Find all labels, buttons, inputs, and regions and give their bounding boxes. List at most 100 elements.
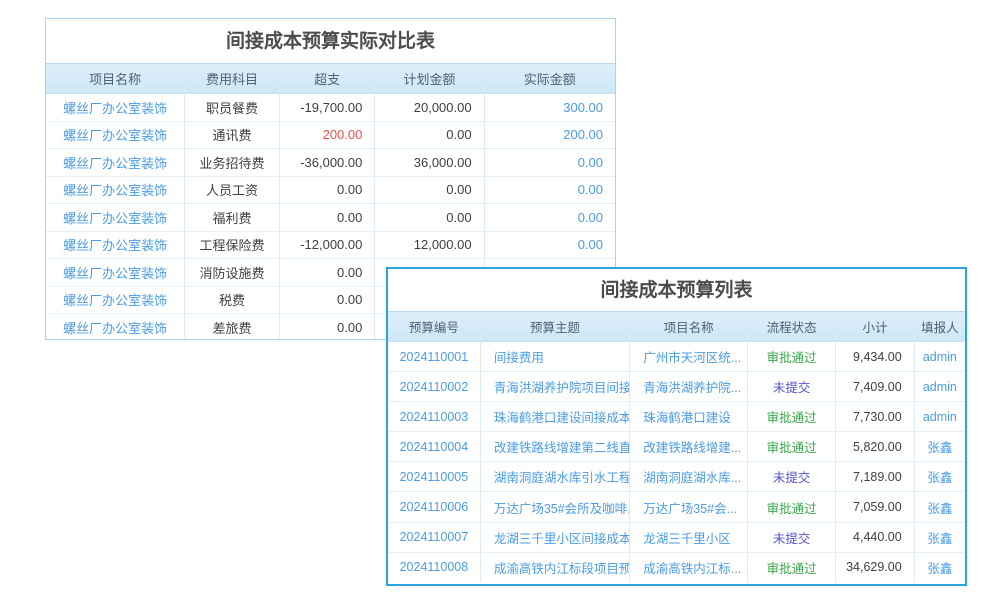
budget-no-link[interactable]: 2024110004 xyxy=(400,440,469,454)
budget-subject-link[interactable]: 珠海鹤港口建设间接成本... xyxy=(494,411,630,425)
subtotal-amount: 7,189.00 xyxy=(836,462,914,492)
budget-no-link[interactable]: 2024110001 xyxy=(400,350,469,364)
col-header-expense-category: 费用科目 xyxy=(185,64,279,94)
overspend-amount: 0.00 xyxy=(337,182,362,197)
project-name-link[interactable]: 螺丝厂办公室装饰 xyxy=(63,266,167,281)
overspend-amount: 0.00 xyxy=(337,320,362,335)
project-name-link[interactable]: 广州市天河区统... xyxy=(643,351,741,365)
planned-amount: 20,000.00 xyxy=(375,94,484,122)
subtotal-amount: 34,629.00 xyxy=(836,552,914,582)
budget-no-link[interactable]: 2024110007 xyxy=(400,530,469,544)
expense-category: 差旅费 xyxy=(185,314,279,342)
overspend-amount: 0.00 xyxy=(337,292,362,307)
project-name-link[interactable]: 螺丝厂办公室装饰 xyxy=(63,238,167,253)
project-name-link[interactable]: 螺丝厂办公室装饰 xyxy=(63,101,167,116)
col-header-subtotal: 小计 xyxy=(836,312,914,342)
overspend-amount: 0.00 xyxy=(337,265,362,280)
status-badge[interactable]: 审批通过 xyxy=(767,502,817,516)
budget-subject-link[interactable]: 改建铁路线增建第二线直... xyxy=(494,441,630,455)
planned-amount: 0.00 xyxy=(375,176,484,204)
overspend-amount: 200.00 xyxy=(323,127,363,142)
project-name-link[interactable]: 珠海鹤港口建设 xyxy=(643,411,731,425)
table-row: 螺丝厂办公室装饰 工程保险费 -12,000.00 12,000.00 0.00 xyxy=(46,231,615,259)
project-name-link[interactable]: 螺丝厂办公室装饰 xyxy=(63,211,167,226)
status-badge[interactable]: 审批通过 xyxy=(767,351,817,365)
budget-no-link[interactable]: 2024110006 xyxy=(400,500,469,514)
planned-amount: 12,000.00 xyxy=(375,231,484,259)
reporter-link[interactable]: 张鑫 xyxy=(927,502,952,516)
planned-amount: 0.00 xyxy=(375,121,484,149)
reporter-link[interactable]: 张鑫 xyxy=(927,441,952,455)
project-name-link[interactable]: 成渝高铁内江标... xyxy=(643,562,741,576)
status-badge[interactable]: 审批通过 xyxy=(767,562,817,576)
table-row: 2024110002 青海洪湖养护院项目间接... 青海洪湖养护院... 未提交… xyxy=(388,372,965,402)
col-header-budget-no: 预算编号 xyxy=(388,312,480,342)
table-row: 2024110008 成渝高铁内江标段项目预... 成渝高铁内江标... 审批通… xyxy=(388,552,965,582)
actual-amount: 300.00 xyxy=(563,100,603,115)
project-name-link[interactable]: 螺丝厂办公室装饰 xyxy=(63,183,167,198)
project-name-link[interactable]: 螺丝厂办公室装饰 xyxy=(63,293,167,308)
col-header-actual-amount: 实际金额 xyxy=(484,64,615,94)
budget-subject-link[interactable]: 龙湖三千里小区间接成本... xyxy=(494,532,630,546)
budget-subject-link[interactable]: 间接费用 xyxy=(494,351,544,365)
project-name-link[interactable]: 改建铁路线增建... xyxy=(643,441,741,455)
actual-amount: 0.00 xyxy=(578,182,603,197)
budget-subject-link[interactable]: 湖南洞庭湖水库引水工程... xyxy=(494,471,630,485)
col-header-budget-subject: 预算主题 xyxy=(480,312,629,342)
table-row: 螺丝厂办公室装饰 业务招待费 -36,000.00 36,000.00 0.00 xyxy=(46,149,615,177)
table-row: 2024110005 湖南洞庭湖水库引水工程... 湖南洞庭湖水库... 未提交… xyxy=(388,462,965,492)
table-row: 螺丝厂办公室装饰 人员工资 0.00 0.00 0.00 xyxy=(46,176,615,204)
expense-category: 通讯费 xyxy=(185,121,279,149)
col-header-reporter: 填报人 xyxy=(914,312,965,342)
col-header-project-name: 项目名称 xyxy=(46,64,185,94)
actual-amount: 0.00 xyxy=(578,237,603,252)
table-row: 2024110007 龙湖三千里小区间接成本... 龙湖三千里小区 未提交 4,… xyxy=(388,522,965,552)
actual-amount: 0.00 xyxy=(578,155,603,170)
expense-category: 职员餐费 xyxy=(185,94,279,122)
status-badge[interactable]: 审批通过 xyxy=(767,441,817,455)
expense-category: 税费 xyxy=(185,286,279,314)
budget-no-link[interactable]: 2024110008 xyxy=(400,560,469,574)
status-badge[interactable]: 未提交 xyxy=(773,381,811,395)
project-name-link[interactable]: 螺丝厂办公室装饰 xyxy=(63,128,167,143)
budget-no-link[interactable]: 2024110005 xyxy=(400,470,469,484)
budget-subject-link[interactable]: 青海洪湖养护院项目间接... xyxy=(494,381,630,395)
table-row: 螺丝厂办公室装饰 职员餐费 -19,700.00 20,000.00 300.0… xyxy=(46,94,615,122)
reporter-link[interactable]: admin xyxy=(923,410,957,424)
planned-amount: 0.00 xyxy=(375,204,484,232)
overspend-amount: 0.00 xyxy=(337,210,362,225)
table-row: 2024110006 万达广场35#会所及咖啡... 万达广场35#会... 审… xyxy=(388,492,965,522)
subtotal-amount: 7,730.00 xyxy=(836,402,914,432)
actual-amount: 200.00 xyxy=(563,127,603,142)
overspend-amount: -12,000.00 xyxy=(300,237,362,252)
project-name-link[interactable]: 万达广场35#会... xyxy=(643,502,737,516)
reporter-link[interactable]: 张鑫 xyxy=(927,532,952,546)
reporter-link[interactable]: 张鑫 xyxy=(927,562,952,576)
project-name-link[interactable]: 螺丝厂办公室装饰 xyxy=(63,321,167,336)
actual-amount: 0.00 xyxy=(578,210,603,225)
subtotal-amount: 7,059.00 xyxy=(836,492,914,522)
budget-subject-link[interactable]: 成渝高铁内江标段项目预... xyxy=(494,562,630,576)
status-badge[interactable]: 未提交 xyxy=(773,471,811,485)
project-name-link[interactable]: 螺丝厂办公室装饰 xyxy=(63,156,167,171)
table-row: 螺丝厂办公室装饰 福利费 0.00 0.00 0.00 xyxy=(46,204,615,232)
budget-subject-link[interactable]: 万达广场35#会所及咖啡... xyxy=(494,502,630,516)
budget-no-link[interactable]: 2024110002 xyxy=(400,380,469,394)
table-row: 2024110003 珠海鹤港口建设间接成本... 珠海鹤港口建设 审批通过 7… xyxy=(388,402,965,432)
reporter-link[interactable]: admin xyxy=(923,380,957,394)
status-badge[interactable]: 未提交 xyxy=(773,532,811,546)
workspace: 间接成本预算实际对比表 项目名称 费用科目 超支 计划金额 实际金额 螺丝厂办公… xyxy=(0,0,1000,600)
budget-no-link[interactable]: 2024110003 xyxy=(400,410,469,424)
overspend-amount: -19,700.00 xyxy=(300,100,362,115)
budget-list-panel: 间接成本预算列表 预算编号 预算主题 项目名称 流程状态 小计 填报人 2024… xyxy=(386,267,967,586)
reporter-link[interactable]: 张鑫 xyxy=(927,471,952,485)
status-badge[interactable]: 审批通过 xyxy=(767,411,817,425)
project-name-link[interactable]: 龙湖三千里小区 xyxy=(643,532,731,546)
subtotal-amount: 9,434.00 xyxy=(836,342,914,372)
expense-category: 消防设施费 xyxy=(185,259,279,287)
project-name-link[interactable]: 湖南洞庭湖水库... xyxy=(643,471,741,485)
project-name-link[interactable]: 青海洪湖养护院... xyxy=(643,381,741,395)
budget-list-header-row: 预算编号 预算主题 项目名称 流程状态 小计 填报人 xyxy=(388,312,965,342)
reporter-link[interactable]: admin xyxy=(923,350,957,364)
col-header-project-name: 项目名称 xyxy=(630,312,748,342)
